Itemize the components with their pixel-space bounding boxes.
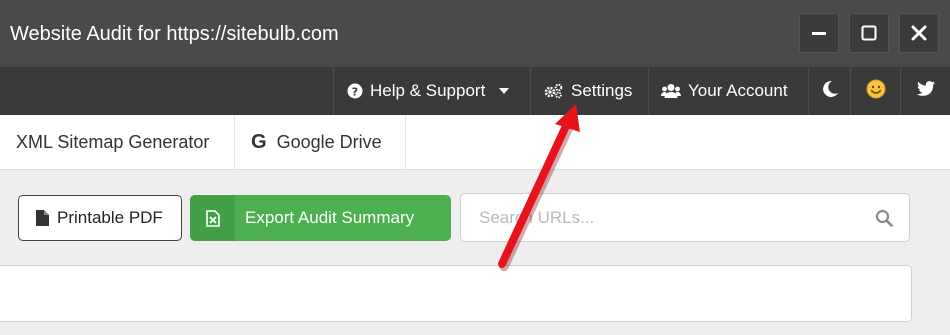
chevron-down-icon (499, 88, 510, 94)
excel-file-icon (190, 195, 235, 241)
search-urls-box (460, 193, 910, 242)
results-panel (0, 265, 912, 322)
tab-label: XML Sitemap Generator (16, 132, 210, 152)
tab-google-drive[interactable]: G Google Drive (235, 115, 406, 170)
window-title: Website Audit for https://sitebulb.com (10, 23, 339, 45)
printable-pdf-label: Printable PDF (57, 208, 163, 227)
close-icon (911, 25, 927, 41)
file-icon (36, 210, 49, 226)
moon-icon (821, 80, 839, 103)
tab-xml-sitemap-generator[interactable]: XML Sitemap Generator (0, 115, 235, 170)
users-icon (661, 83, 681, 99)
gears-icon (544, 83, 564, 99)
minimize-button[interactable] (799, 13, 839, 53)
close-button[interactable] (899, 13, 939, 53)
export-audit-summary-label: Export Audit Summary (245, 208, 415, 227)
twitter-icon (916, 81, 935, 101)
help-support-label: Help & Support (370, 81, 486, 100)
settings-label: Settings (571, 81, 633, 100)
minimize-icon (811, 25, 827, 41)
dark-mode-toggle[interactable] (808, 67, 850, 115)
printable-pdf-button[interactable]: Printable PDF (18, 195, 182, 241)
search-icon[interactable] (875, 209, 893, 227)
help-support-menu[interactable]: ? Help & Support (333, 67, 530, 115)
tool-tabs: XML Sitemap Generator G Google Drive (0, 115, 950, 170)
search-input[interactable] (479, 206, 859, 230)
twitter-link[interactable] (900, 67, 950, 115)
your-account-label: Your Account (688, 81, 788, 100)
svg-text:?: ? (352, 86, 358, 99)
feedback-button[interactable] (850, 67, 900, 115)
settings-menu[interactable]: Settings (530, 67, 648, 115)
maximize-button[interactable] (849, 13, 889, 53)
question-circle-icon: ? (347, 83, 363, 99)
export-audit-summary-button[interactable]: Export Audit Summary (190, 195, 451, 241)
title-bar: Website Audit for https://sitebulb.com (0, 0, 950, 67)
menu-bar: ? Help & Support Settings Your Account (0, 67, 950, 115)
tab-label: Google Drive (276, 132, 382, 152)
smiley-icon (866, 79, 886, 104)
maximize-icon (861, 25, 877, 41)
google-g-icon: G (251, 131, 267, 153)
your-account-menu[interactable]: Your Account (648, 67, 808, 115)
